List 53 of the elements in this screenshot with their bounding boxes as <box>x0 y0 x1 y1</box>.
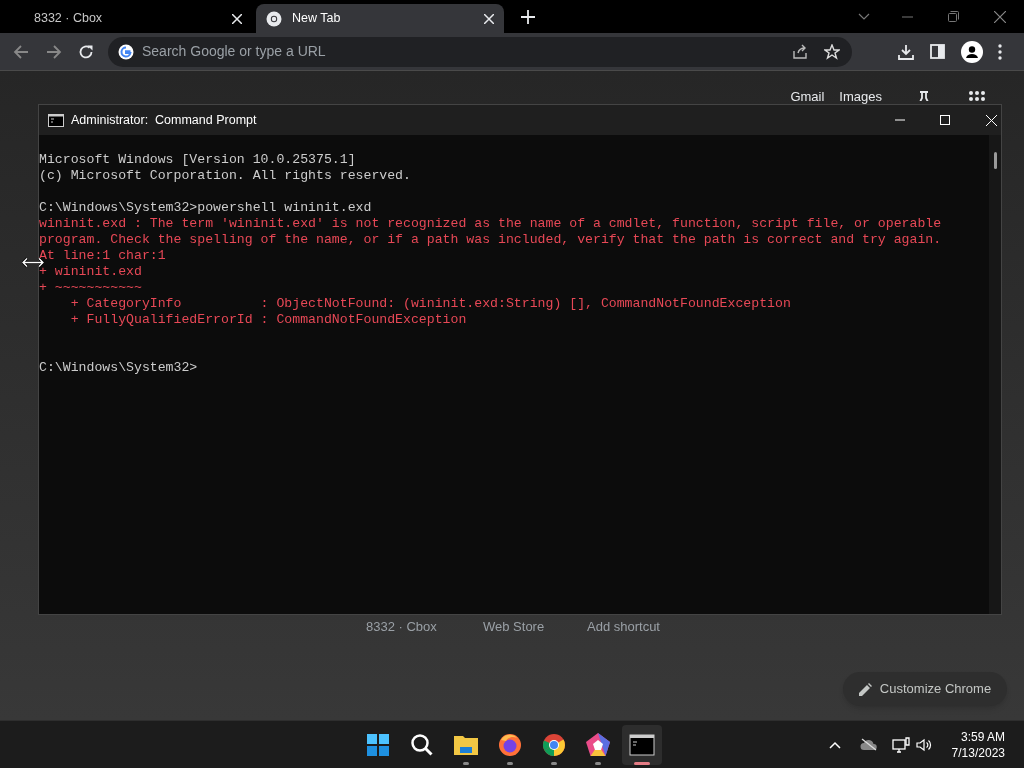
google-icon <box>118 43 134 60</box>
maximize-icon[interactable] <box>940 115 950 125</box>
error-line: + FullyQualifiedErrorId : CommandNotFoundException <box>69 312 468 328</box>
clock-time[interactable]: 3:59 AM <box>960 728 1005 745</box>
plus-icon <box>521 10 535 24</box>
error-line: program. Check the spelling of the name, or if a path was included, verify that the path is correct and try again. <box>39 232 943 248</box>
gmail-link[interactable]: Gmail <box>790 90 825 104</box>
terminal-icon <box>629 732 655 758</box>
reload-icon[interactable] <box>78 43 94 60</box>
taskbar-app[interactable] <box>622 725 662 765</box>
error-line: wininit.exd : The term 'wininit.exd' is not recognized as the name of a cmdlet, function, script file, or operable <box>39 216 943 232</box>
speaker-icon[interactable] <box>915 737 932 752</box>
pentagon-icon <box>585 732 611 758</box>
menu-icon[interactable] <box>998 43 1002 60</box>
back-icon[interactable] <box>13 43 29 60</box>
side-panel-icon[interactable] <box>930 44 945 59</box>
browser-tab[interactable]: New Tab <box>256 4 504 33</box>
error-line: + ~~~~~~~~~~~ <box>39 280 143 296</box>
search-icon <box>409 732 435 758</box>
close-tab-icon[interactable] <box>484 13 494 24</box>
scrollbar-thumb[interactable] <box>994 152 997 169</box>
customize-chrome-button[interactable]: Customize Chrome <box>843 672 1007 706</box>
console-line: C:\Windows\System32>powershell wininit.exd <box>39 200 373 216</box>
clock-date[interactable]: 7/13/2023 <box>951 744 1005 761</box>
console-app-icon <box>48 113 64 127</box>
close-tab-icon[interactable] <box>232 13 242 24</box>
images-link[interactable]: Images <box>839 90 882 104</box>
start-icon <box>365 732 391 758</box>
bookmark-star-icon[interactable] <box>824 43 840 60</box>
cloud-icon[interactable] <box>859 738 878 751</box>
address-bar[interactable]: Search Google or type a URL <box>108 36 852 67</box>
shortcut-label[interactable]: Web Store <box>483 617 587 637</box>
error-line: + wininit.exd <box>39 264 143 280</box>
tab-search-icon[interactable] <box>858 13 870 20</box>
error-line: At line:1 char:1 <box>39 248 167 264</box>
console-line: Microsoft Windows [Version 10.0.25375.1] <box>39 152 357 168</box>
console-line: C:\Windows\System32> <box>39 360 199 376</box>
scrollbar[interactable] <box>989 135 1001 614</box>
share-icon[interactable] <box>792 43 808 60</box>
profile-icon[interactable] <box>961 40 983 63</box>
apps-icon[interactable] <box>968 90 986 101</box>
forward-icon[interactable] <box>46 43 62 60</box>
shortcut-label[interactable]: 8332 · Cbox <box>366 617 483 637</box>
monitor-icon[interactable] <box>891 736 910 753</box>
window-title: Administrator: Command Prompt <box>71 111 257 129</box>
shortcut-label[interactable]: Add shortcut <box>587 617 687 637</box>
chevron-up-icon[interactable] <box>828 740 841 749</box>
console-line: (c) Microsoft Corporation. All rights reserved. <box>39 168 412 184</box>
error-line: + CategoryInfo : ObjectNotFound: (wininit.exd:String) [], CommandNotFoundException <box>69 296 792 312</box>
browser-tab[interactable]: 8332 · Cbox <box>4 4 252 33</box>
pencil-icon <box>858 682 872 696</box>
restore-icon[interactable] <box>948 11 959 22</box>
download-icon[interactable] <box>898 43 914 60</box>
